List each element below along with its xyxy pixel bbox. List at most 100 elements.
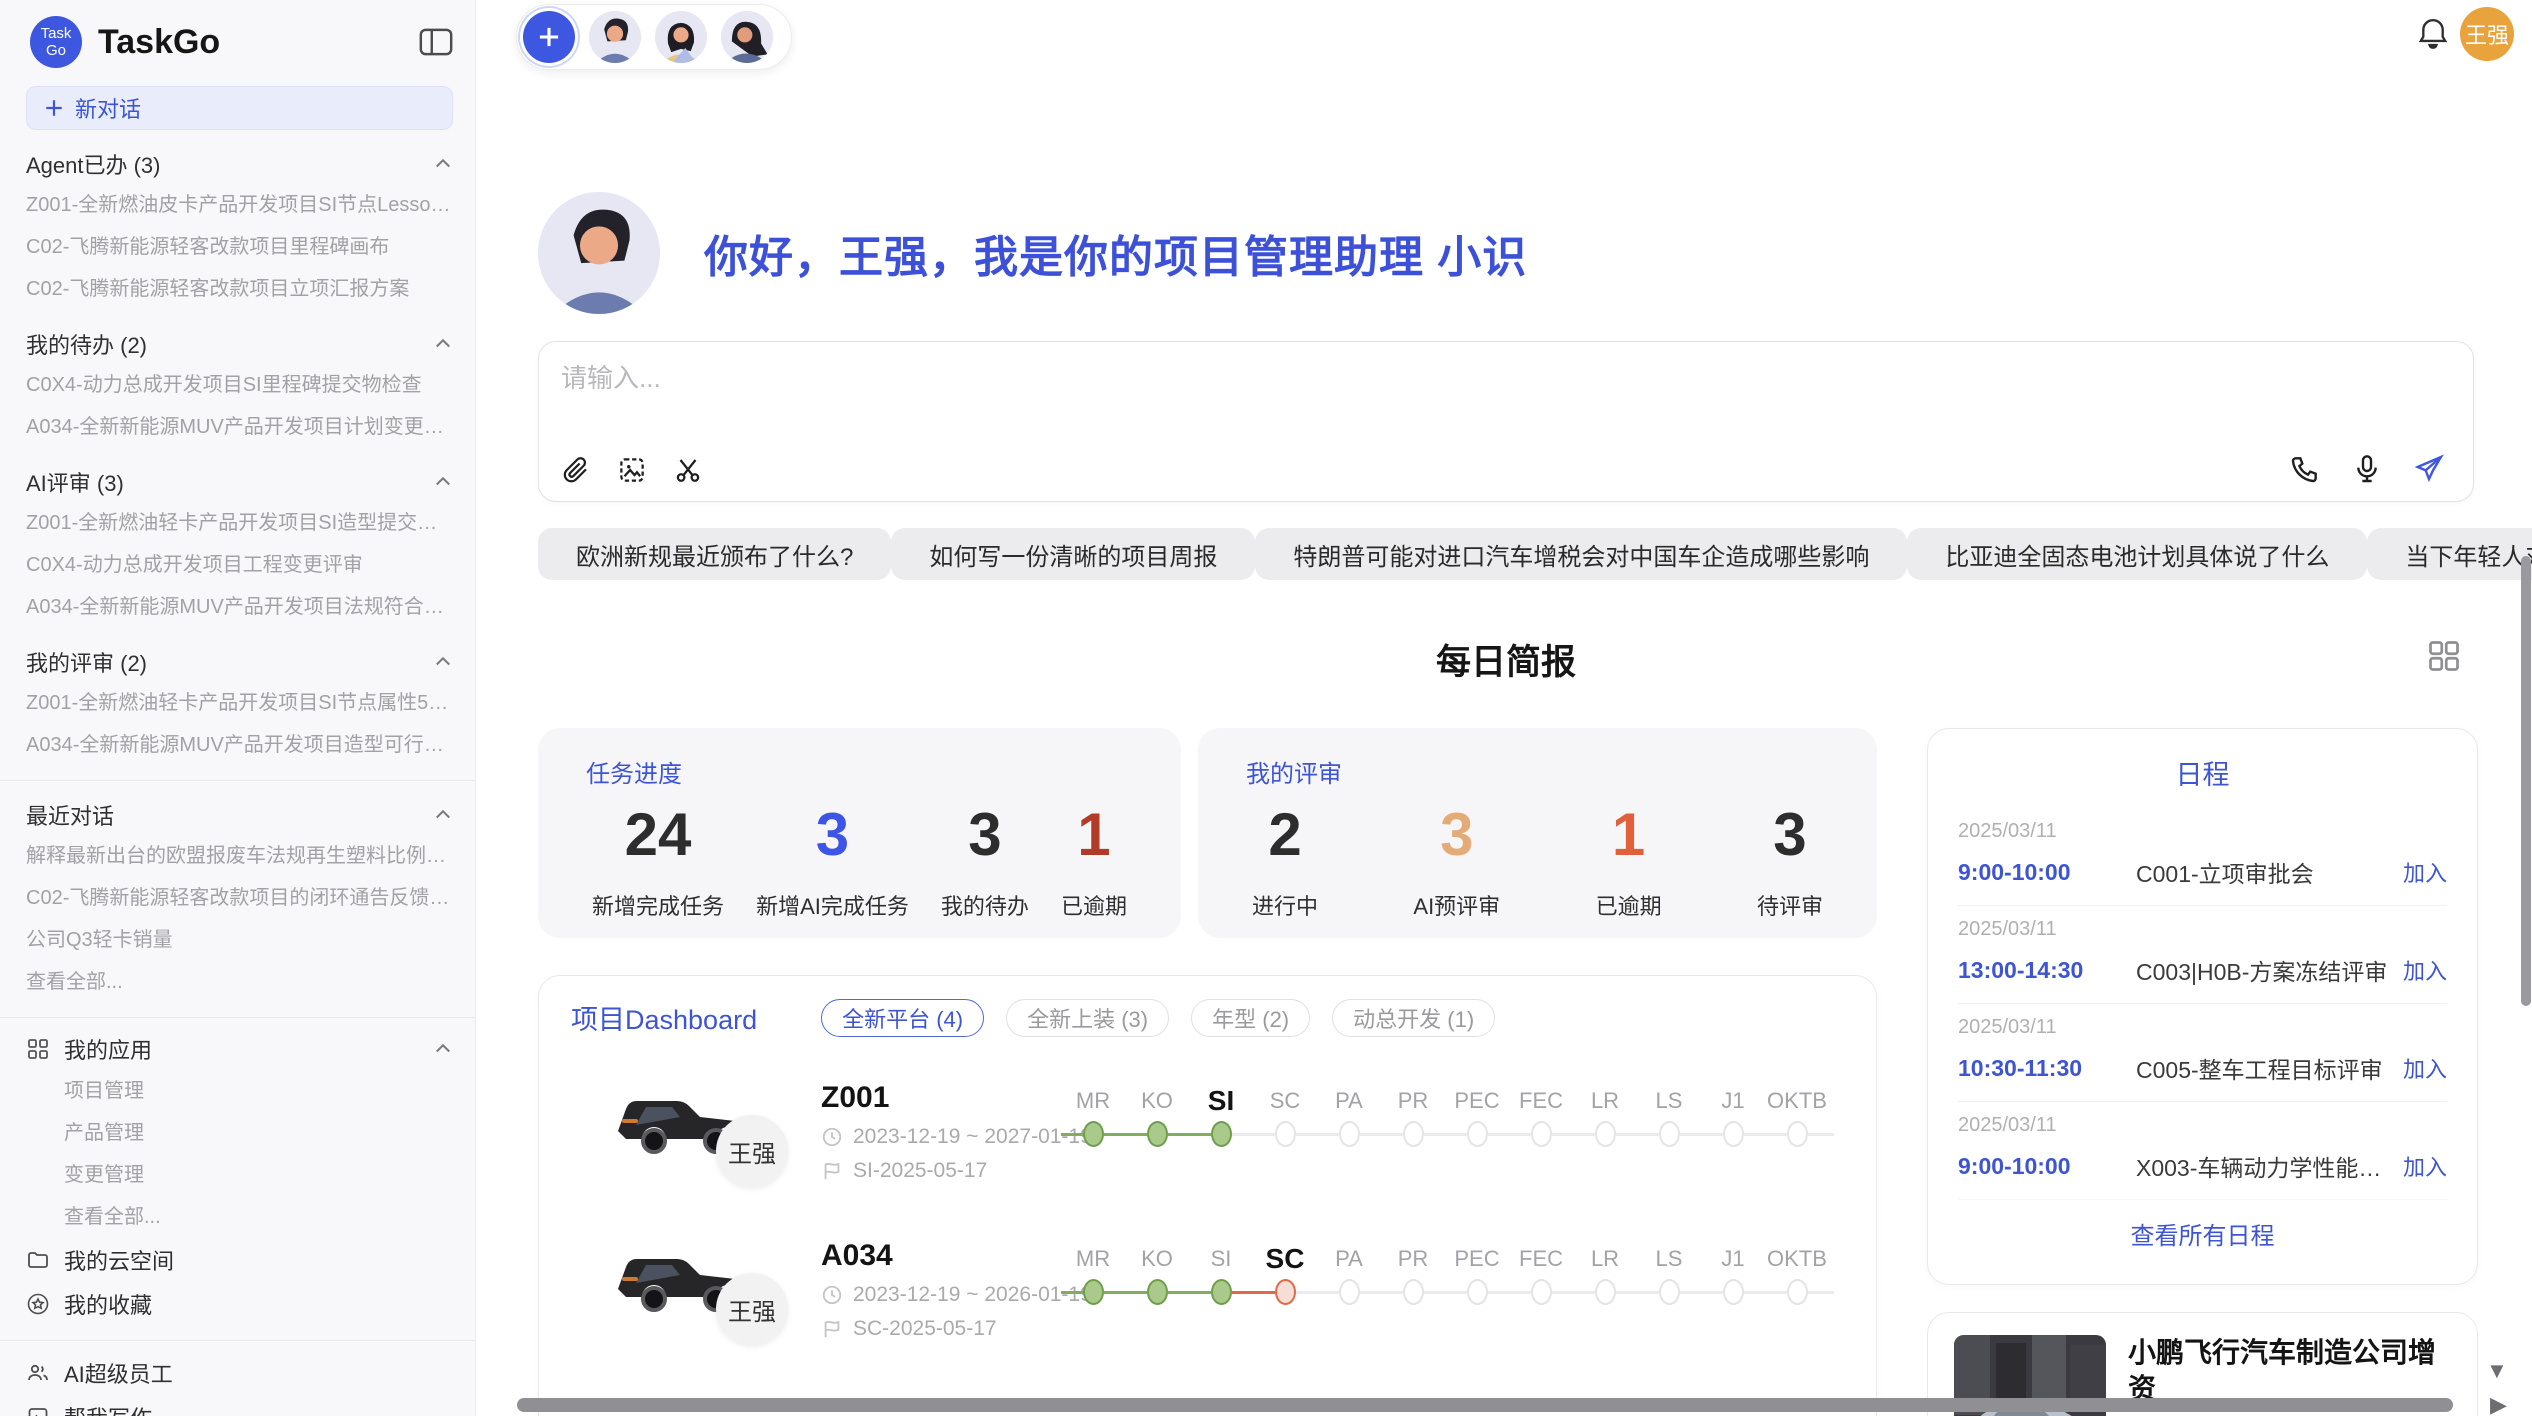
- milestone-sc: SC: [1253, 1241, 1317, 1307]
- sidebar-conversation-item[interactable]: Z001-全新燃油轻卡产品开发项目SI造型提交物评审: [26, 502, 453, 544]
- milestone-node-future: [1467, 1279, 1488, 1305]
- project-row[interactable]: 王强 Z001 2023-12-19 ~ 2027-01-19 SI-2025-…: [539, 1075, 1876, 1233]
- sidebar-section-header[interactable]: 最近对话: [26, 795, 453, 835]
- sidebar-conversation-item[interactable]: 解释最新出台的欧盟报废车法规再生塑料比例被调至15%...: [26, 835, 453, 877]
- sidebar-item-my-apps[interactable]: 我的应用: [26, 1028, 453, 1070]
- sidebar-conversation-item[interactable]: C02-飞腾新能源轻客改款项目立项汇报方案: [26, 268, 453, 310]
- event-time: 9:00-10:00: [1958, 859, 2118, 886]
- phone-icon[interactable]: [2289, 453, 2321, 485]
- milestone-node-future: [1531, 1121, 1552, 1147]
- dashboard-tab[interactable]: 全新上装 (3): [1006, 999, 1169, 1037]
- dashboard-tab[interactable]: 全新平台 (4): [821, 999, 984, 1037]
- sidebar-conversation-item[interactable]: C02-飞腾新能源轻客改款项目里程碑画布: [26, 226, 453, 268]
- sidebar-divider: [0, 1340, 475, 1341]
- flag-icon: [821, 1160, 843, 1182]
- milestone-ko: KO: [1125, 1083, 1189, 1149]
- owner-name: 王强: [728, 1134, 776, 1169]
- stat-label: 新增AI完成任务: [756, 889, 909, 921]
- paperclip-icon[interactable]: [561, 455, 591, 485]
- sidebar-item-favorites[interactable]: 我的收藏: [26, 1282, 453, 1326]
- bell-icon[interactable]: [2416, 16, 2450, 52]
- new-chat-button[interactable]: 新对话: [26, 86, 453, 130]
- join-button[interactable]: 加入: [2389, 954, 2447, 986]
- event-date: 2025/03/11: [1958, 1114, 2447, 1137]
- sidebar-conversation-item[interactable]: C0X4-动力总成开发项目SI里程碑提交物检查: [26, 364, 453, 406]
- chevron-up-icon[interactable]: [433, 652, 453, 672]
- microphone-icon[interactable]: [2351, 453, 2383, 485]
- suggestion-chip[interactable]: 如何写一份清晰的项目周报: [891, 528, 1255, 580]
- horizontal-scrollbar-thumb[interactable]: [517, 1398, 2453, 1412]
- scroll-right-arrow[interactable]: ▶: [2490, 1394, 2507, 1416]
- greeting-section: 你好，王强，我是你的项目管理助理 小识: [538, 192, 1527, 314]
- sidebar-conversation-item[interactable]: A034-全新新能源MUV产品开发项目计划变更表编写: [26, 406, 453, 448]
- chevron-up-icon[interactable]: [433, 1039, 453, 1059]
- sidebar-section-header[interactable]: Agent已办 (3): [26, 144, 453, 184]
- send-icon[interactable]: [2413, 453, 2445, 485]
- join-button[interactable]: 加入: [2389, 1150, 2447, 1182]
- image-icon[interactable]: [617, 455, 647, 485]
- app-title: TaskGo: [98, 23, 419, 62]
- dashboard-tab[interactable]: 年型 (2): [1191, 999, 1310, 1037]
- composer-attachments: [561, 455, 703, 485]
- sidebar-item-cloud-space[interactable]: 我的云空间: [26, 1238, 453, 1282]
- vertical-scrollbar-thumb[interactable]: [2521, 556, 2531, 1006]
- stat-value: 1: [1596, 803, 1662, 867]
- sidebar-app-item[interactable]: 产品管理: [26, 1112, 453, 1154]
- join-button[interactable]: 加入: [2389, 1052, 2447, 1084]
- sidebar-section-title: AI评审 (3): [26, 466, 124, 498]
- milestone-fec: FEC: [1509, 1083, 1573, 1149]
- dashboard-tab[interactable]: 动总开发 (1): [1332, 999, 1495, 1037]
- sidebar-item-help-me-write[interactable]: 帮我写作: [26, 1395, 453, 1416]
- sidebar-section-header[interactable]: AI评审 (3): [26, 462, 453, 502]
- chevron-up-icon[interactable]: [433, 805, 453, 825]
- sidebar-item-ai-super-staff[interactable]: AI超级员工: [26, 1351, 453, 1395]
- sidebar-app-item[interactable]: 变更管理: [26, 1154, 453, 1196]
- project-code: A034: [821, 1239, 893, 1273]
- scissors-icon[interactable]: [673, 455, 703, 485]
- member-avatar[interactable]: [655, 11, 707, 63]
- sidebar-conversation-item[interactable]: Z001-全新燃油轻卡产品开发项目SI节点属性5D文件评审: [26, 682, 453, 724]
- add-member-button[interactable]: [523, 11, 575, 63]
- sidebar-section-header[interactable]: 我的评审 (2): [26, 642, 453, 682]
- milestone-ko: KO: [1125, 1241, 1189, 1307]
- member-avatar[interactable]: [589, 11, 641, 63]
- taskgo-home-page: Task Go TaskGo 新对话 Agent已办 (3) Z001-全新燃油…: [0, 0, 2532, 1416]
- event-title: C001-立项审批会: [2118, 855, 2389, 889]
- sidebar-conversation-item[interactable]: A034-全新新能源MUV产品开发项目造型可行性评审: [26, 724, 453, 766]
- sidebar-collapse-icon[interactable]: [419, 27, 453, 57]
- project-code: Z001: [821, 1081, 889, 1115]
- sidebar-app-item[interactable]: 查看全部...: [26, 1196, 453, 1238]
- sidebar-app-item[interactable]: 项目管理: [26, 1070, 453, 1112]
- sidebar-section-title: Agent已办 (3): [26, 148, 161, 180]
- stat-block: 1 已逾期: [1061, 803, 1127, 921]
- suggestion-chip[interactable]: 比亚迪全固态电池计划具体说了什么: [1907, 528, 2367, 580]
- suggestion-chip[interactable]: 特朗普可能对进口汽车增税会对中国车企造成哪些影响: [1255, 528, 1907, 580]
- member-avatar[interactable]: [721, 11, 773, 63]
- favorites-label: 我的收藏: [64, 1288, 152, 1320]
- milestone-lr: LR: [1573, 1083, 1637, 1149]
- sidebar-conversation-item[interactable]: C02-飞腾新能源轻客改款项目的闭环通告反馈情况: [26, 877, 453, 919]
- sidebar-conversation-item[interactable]: 查看全部...: [26, 961, 453, 1003]
- stat-value: 24: [592, 803, 724, 867]
- suggestion-chip[interactable]: 欧洲新规最近颁布了什么?: [538, 528, 891, 580]
- scroll-down-arrow[interactable]: ▼: [2486, 1360, 2508, 1382]
- sidebar-section-header[interactable]: 我的待办 (2): [26, 324, 453, 364]
- chevron-up-icon[interactable]: [433, 472, 453, 492]
- user-avatar[interactable]: 王强: [2460, 7, 2514, 61]
- suggestion-chip[interactable]: 当下年轻人对汽车外观有怎样的喜好趋势: [2367, 528, 2532, 580]
- project-gate-date: SI-2025-05-17: [853, 1159, 987, 1183]
- sidebar-conversation-item[interactable]: C0X4-动力总成开发项目工程变更评审: [26, 544, 453, 586]
- grid-icon: [26, 1037, 50, 1061]
- sidebar-section: AI评审 (3) Z001-全新燃油轻卡产品开发项目SI造型提交物评审C0X4-…: [26, 462, 453, 628]
- sidebar-conversation-item[interactable]: A034-全新新能源MUV产品开发项目法规符合性评审: [26, 586, 453, 628]
- sidebar-conversation-item[interactable]: Z001-全新燃油皮卡产品开发项目SI节点Lesson Learn报告: [26, 184, 453, 226]
- sidebar-conversation-item[interactable]: 公司Q3轻卡销量: [26, 919, 453, 961]
- chat-input[interactable]: [561, 358, 2261, 428]
- join-button[interactable]: 加入: [2389, 856, 2447, 888]
- chevron-up-icon[interactable]: [433, 334, 453, 354]
- view-all-schedule-link[interactable]: 查看所有日程: [1958, 1216, 2447, 1251]
- project-row[interactable]: 王强 A034 2023-12-19 ~ 2026-01-19 SC-2025-…: [539, 1233, 1876, 1391]
- app-logo: Task Go: [30, 16, 82, 68]
- layout-grid-icon[interactable]: [2426, 638, 2462, 674]
- chevron-up-icon[interactable]: [433, 154, 453, 174]
